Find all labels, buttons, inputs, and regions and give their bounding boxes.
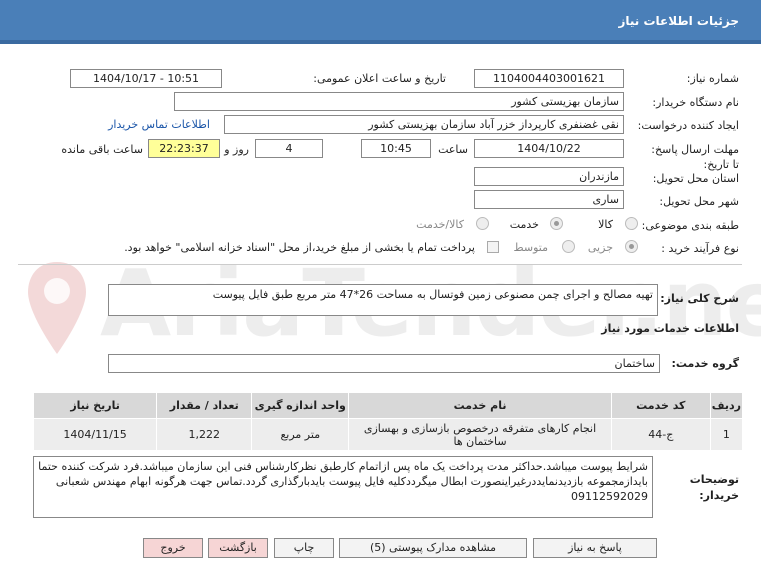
category-radio-service[interactable]	[550, 217, 563, 230]
city-label: شهر محل تحویل:	[659, 195, 739, 208]
services-table-header: ردیف کد خدمت نام خدمت واحد اندازه گیری ت…	[32, 392, 744, 419]
col-unit: واحد اندازه گیری	[251, 392, 350, 419]
buyer-notes-field: شرایط پیوست میباشد.حداکثر مدت پرداخت یک …	[33, 456, 653, 518]
need-number-field: 1104004403001621	[474, 69, 624, 88]
services-section-title: اطلاعات خدمات مورد نیاز	[601, 322, 739, 335]
announce-field: 1404/10/17 - 10:51	[70, 69, 222, 88]
remaining-time-label: ساعت باقی مانده	[61, 143, 143, 156]
treasury-payment-note: پرداخت تمام یا بخشی از مبلغ خرید،از محل …	[124, 241, 475, 254]
section-divider	[18, 264, 742, 265]
page-title: جزئیات اطلاعات نیاز	[618, 14, 739, 28]
process-radio-minor[interactable]	[625, 240, 638, 253]
cell-unit: متر مربع	[251, 418, 350, 451]
treasury-payment-checkbox[interactable]	[487, 241, 499, 253]
view-attachments-button[interactable]: مشاهده مدارک پیوستی (5)	[339, 538, 527, 558]
cell-service-code: ج-44	[610, 418, 711, 451]
buyer-contact-link[interactable]: اطلاعات تماس خریدار	[108, 118, 210, 131]
col-service-code: کد خدمت	[610, 392, 711, 419]
buyer-org-field: سازمان بهزیستی کشور	[174, 92, 624, 111]
category-label: طبقه بندی موضوعی:	[641, 219, 739, 232]
category-radio-goods[interactable]	[625, 217, 638, 230]
creator-field: نقی غضنفری کارپرداز خزر آباد سازمان بهزی…	[224, 115, 624, 134]
service-group-label: گروه خدمت:	[671, 357, 739, 370]
province-field: مازندران	[474, 167, 624, 186]
remaining-time-field: 22:23:37	[148, 139, 220, 158]
deadline-time-label: ساعت	[438, 143, 468, 156]
services-table: ردیف کد خدمت نام خدمت واحد اندازه گیری ت…	[32, 392, 744, 451]
deadline-date-field: 1404/10/22	[474, 139, 624, 158]
cell-service-name: انجام کارهای متفرقه درخصوص بازسازی و بهس…	[348, 418, 612, 451]
reply-button[interactable]: پاسخ به نیاز	[533, 538, 657, 558]
days-label: روز و	[224, 143, 249, 156]
col-service-name: نام خدمت	[348, 392, 612, 419]
watermark-logo	[28, 262, 86, 354]
table-row: 1 ج-44 انجام کارهای متفرقه درخصوص بازساز…	[32, 418, 744, 451]
service-group-field: ساختمان	[108, 354, 660, 373]
cell-need-date: 1404/11/15	[32, 418, 158, 451]
col-quantity: تعداد / مقدار	[156, 392, 253, 419]
deadline-label: مهلت ارسال پاسخ: تا تاریخ:	[651, 143, 739, 171]
description-field: تهیه مصالح و اجرای چمن مصنوعی زمین فوتسا…	[108, 284, 658, 316]
col-need-date: تاریخ نیاز	[32, 392, 158, 419]
buyer-notes-label: توضیحات خریدار:	[689, 473, 739, 502]
days-remaining-field: 4	[255, 139, 323, 158]
process-option-medium: متوسط	[513, 241, 548, 254]
buyer-org-label: نام دستگاه خریدار:	[652, 96, 739, 109]
exit-button[interactable]: خروج	[143, 538, 203, 558]
province-label: استان محل تحویل:	[652, 172, 739, 185]
page-header: جزئیات اطلاعات نیاز	[0, 0, 761, 44]
city-field: ساری	[474, 190, 624, 209]
category-option-goods: کالا	[598, 218, 613, 231]
process-label: نوع فرآیند خرید :	[661, 242, 739, 255]
announce-label: تاریخ و ساعت اعلان عمومی:	[313, 72, 446, 85]
process-radio-medium[interactable]	[562, 240, 575, 253]
deadline-time-field: 10:45	[361, 139, 431, 158]
category-option-service: خدمت	[509, 218, 539, 231]
cell-quantity: 1,222	[156, 418, 253, 451]
need-number-label: شماره نیاز:	[686, 72, 739, 85]
creator-label: ایجاد کننده درخواست:	[637, 119, 739, 132]
cell-row-number: 1	[709, 418, 744, 451]
back-button[interactable]: بازگشت	[208, 538, 268, 558]
description-label: شرح کلی نیاز:	[660, 292, 739, 305]
print-button[interactable]: چاپ	[274, 538, 334, 558]
category-radio-goods-service[interactable]	[476, 217, 489, 230]
category-option-goods-service: کالا/خدمت	[416, 218, 464, 231]
process-option-minor: جزیی	[587, 241, 613, 254]
col-row-number: ردیف	[709, 392, 744, 419]
